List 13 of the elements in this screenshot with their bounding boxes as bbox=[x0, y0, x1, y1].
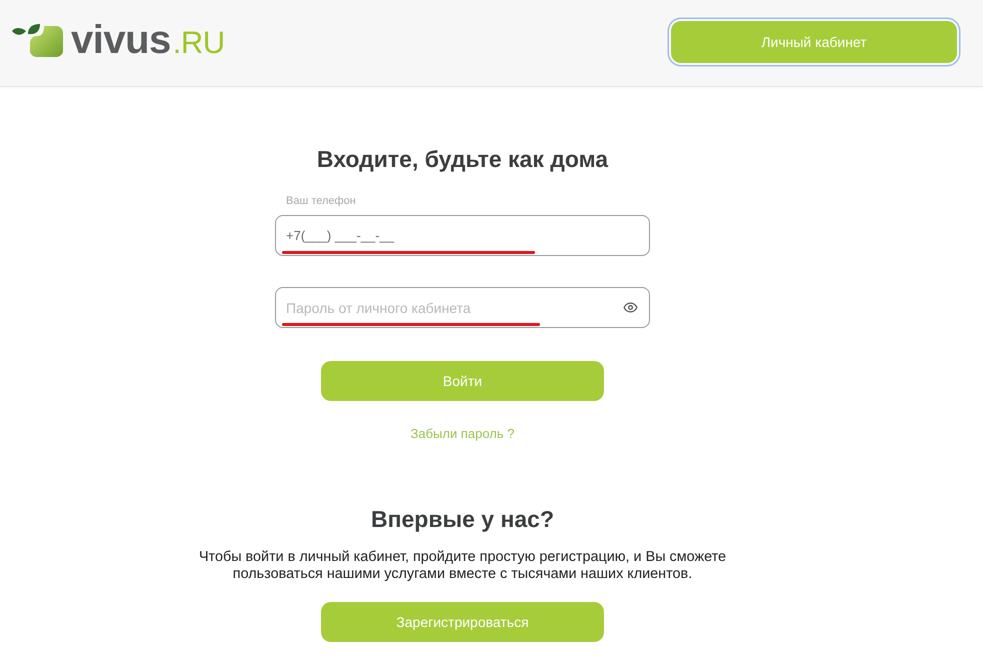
phone-field[interactable]: +7(___) ___-__-__ bbox=[275, 215, 650, 256]
forgot-password-link[interactable]: Забыли пароль ? bbox=[410, 426, 514, 442]
logo-text: vivus.RU bbox=[71, 20, 225, 60]
signup-title: Впервые у нас? bbox=[370, 506, 554, 532]
login-title: Входите, будьте как дома bbox=[316, 146, 608, 172]
signup-text: Чтобы войти в личный кабинет, пройдите простую регистрацию, и Вы сможете пользоваться нашими услугами вместе с тысячами наших клиентов. bbox=[198, 549, 726, 583]
register-button[interactable]: Зарегистрироваться bbox=[321, 602, 604, 642]
field-label: Ваш телефон bbox=[286, 195, 356, 208]
login-button[interactable]: Войти bbox=[321, 361, 604, 401]
logo-icon bbox=[12, 24, 63, 56]
password-field[interactable]: Пароль от личного кабинета bbox=[275, 287, 650, 328]
account-button[interactable]: Личный кабинет bbox=[671, 21, 957, 63]
eye-icon[interactable] bbox=[623, 300, 638, 315]
